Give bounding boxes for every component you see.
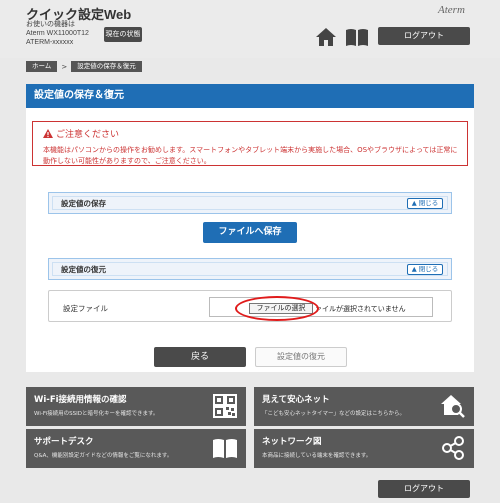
chevron-up-icon: ▲: [411, 199, 417, 207]
save-panel-close-label: 閉じる: [418, 199, 439, 207]
tile-title: ネットワーク図: [262, 437, 322, 447]
breadcrumb-home-link[interactable]: ホーム: [26, 61, 58, 72]
tile-network-diagram[interactable]: ネットワーク図 本商品に接続している端末を確認できます。: [254, 429, 474, 468]
caution-title: ご注意ください: [43, 127, 119, 140]
tile-title: Wi-Fi接続用情報の確認: [34, 395, 127, 405]
caution-box: ご注意ください 本機能はパソコンからの操作をお勧めします。スマートフォンやタブレ…: [32, 121, 468, 166]
save-panel-label: 設定値の保存: [61, 199, 106, 208]
chevron-up-icon: ▲: [411, 265, 417, 273]
home-search-icon: [441, 395, 465, 418]
save-panel-close-button[interactable]: ▲ 閉じる: [407, 198, 443, 209]
book-icon[interactable]: [345, 27, 369, 47]
footer-logout-button[interactable]: ログアウト: [378, 480, 470, 498]
restore-panel-close-label: 閉じる: [418, 265, 439, 273]
tile-title: サポートデスク: [34, 437, 94, 447]
home-icon[interactable]: [315, 27, 337, 47]
settings-file-row: 設定ファイル ファイルの選択 ァイルが選択されていません: [48, 290, 452, 322]
save-panel-header: 設定値の保存 ▲ 閉じる: [48, 192, 452, 214]
restore-settings-button[interactable]: 設定値の復元: [255, 347, 347, 367]
book-icon: [213, 439, 237, 458]
network-icon: [442, 436, 464, 460]
save-panel-header-inner: [52, 196, 448, 210]
save-to-file-button[interactable]: ファイルへ保存: [203, 222, 297, 243]
device-id: ATERM-xxxxxx: [26, 39, 74, 46]
page-title: 設定値の保存＆復元: [26, 84, 474, 108]
settings-file-label: 設定ファイル: [63, 304, 108, 313]
brand-logo: Aterm: [438, 4, 465, 16]
restore-panel-close-button[interactable]: ▲ 閉じる: [407, 264, 443, 275]
tile-desc: Q&A、機能別設定ガイドなどの情報をご覧になれます。: [34, 453, 173, 459]
device-model: Aterm WX11000T12: [26, 30, 89, 37]
no-file-selected-text: ァイルが選択されていません: [315, 305, 406, 313]
tile-wifi-info[interactable]: Wi-Fi接続用情報の確認 Wi-Fi接続用のSSIDと暗号化キーを確認できます…: [26, 387, 246, 426]
warning-icon: [43, 129, 53, 138]
device-caption: お使いの機器は: [26, 21, 75, 28]
tile-desc: Wi-Fi接続用のSSIDと暗号化キーを確認できます。: [34, 411, 159, 417]
back-button[interactable]: 戻る: [154, 347, 246, 367]
caution-body: 本機能はパソコンからの操作をお勧めします。スマートフォンやタブレット端末から実施…: [43, 146, 458, 165]
restore-panel-header: 設定値の復元 ▲ 閉じる: [48, 258, 452, 280]
breadcrumb-separator: >: [61, 62, 68, 71]
tile-desc: 「こども安心ネットタイマー」などの設定はこちらから。: [262, 411, 406, 417]
header: クイック設定Web お使いの機器は Aterm WX11000T12 ATERM…: [0, 0, 500, 58]
restore-panel-label: 設定値の復元: [61, 265, 106, 274]
qr-code-icon: [213, 394, 237, 418]
tile-desc: 本商品に接続している端末を確認できます。: [262, 453, 372, 459]
main-content: 設定値の保存＆復元 ご注意ください 本機能はパソコンからの操作をお勧めします。ス…: [26, 84, 474, 372]
logout-button[interactable]: ログアウト: [378, 27, 470, 45]
device-info: お使いの機器は Aterm WX11000T12 ATERM-xxxxxx: [26, 20, 89, 47]
breadcrumb: ホーム > 設定値の保存＆復元: [26, 61, 142, 72]
restore-panel-header-inner: [52, 262, 448, 276]
highlight-circle: [235, 296, 319, 321]
tile-title: 見えて安心ネット: [262, 395, 330, 405]
tile-mieru-anshin-net[interactable]: 見えて安心ネット 「こども安心ネットタイマー」などの設定はこちらから。: [254, 387, 474, 426]
tile-support-desk[interactable]: サポートデスク Q&A、機能別設定ガイドなどの情報をご覧になれます。: [26, 429, 246, 468]
breadcrumb-current: 設定値の保存＆復元: [71, 61, 142, 72]
current-status-button[interactable]: 現在の状態: [104, 27, 142, 42]
caution-title-text: ご注意ください: [56, 130, 120, 140]
